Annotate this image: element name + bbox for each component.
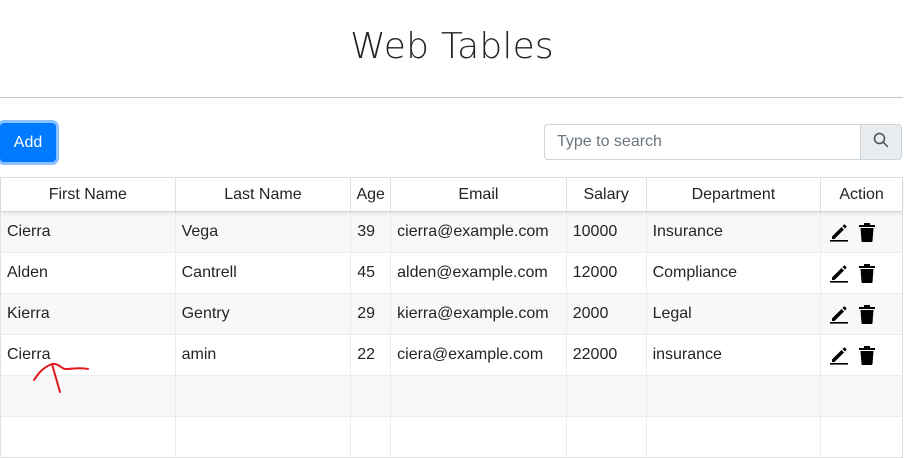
empty-cell bbox=[351, 417, 392, 457]
table-row: Kierra Gentry 29 kierra@example.com 2000 Lega… bbox=[1, 293, 902, 334]
department-cell: Insurance bbox=[647, 212, 822, 252]
search-box bbox=[544, 124, 902, 160]
edit-icon[interactable] bbox=[829, 304, 849, 324]
last-name-cell: Gentry bbox=[176, 294, 352, 334]
delete-icon[interactable] bbox=[857, 345, 877, 365]
search-button[interactable] bbox=[860, 124, 902, 160]
column-header-first-name[interactable]: First Name bbox=[1, 178, 176, 211]
email-cell: alden@example.com bbox=[391, 253, 567, 293]
web-table: First Name Last Name Age Email Salary De… bbox=[0, 177, 903, 458]
column-header-action: Action bbox=[839, 185, 884, 203]
table-header: First Name Last Name Age Email Salary De… bbox=[1, 178, 902, 211]
age-cell: 29 bbox=[351, 294, 392, 334]
empty-cell bbox=[647, 376, 822, 416]
last-name-cell: Vega bbox=[176, 212, 352, 252]
edit-icon[interactable] bbox=[829, 222, 849, 242]
first-name-cell: Cierra bbox=[1, 212, 176, 252]
empty-cell bbox=[647, 417, 822, 457]
last-name-cell: Cantrell bbox=[176, 253, 352, 293]
empty-cell bbox=[567, 376, 647, 416]
page-title: Web Tables bbox=[350, 26, 554, 67]
column-header-last-name[interactable]: Last Name bbox=[176, 178, 352, 211]
empty-cell bbox=[391, 417, 567, 457]
empty-cell bbox=[1, 376, 176, 416]
first-name-cell: Alden bbox=[1, 253, 176, 293]
salary-cell: 12000 bbox=[567, 253, 647, 293]
add-button[interactable]: Add bbox=[0, 123, 56, 162]
age-cell: 39 bbox=[351, 212, 392, 252]
action-cell bbox=[821, 294, 902, 334]
first-name-cell: Kierra bbox=[1, 294, 176, 334]
last-name-cell: amin bbox=[176, 335, 352, 375]
edit-icon[interactable] bbox=[829, 263, 849, 283]
empty-cell bbox=[821, 376, 902, 416]
department-cell: insurance bbox=[647, 335, 822, 375]
action-cell bbox=[821, 335, 902, 375]
column-header-age[interactable]: Age bbox=[351, 178, 392, 211]
search-icon bbox=[873, 132, 889, 153]
salary-cell: 2000 bbox=[567, 294, 647, 334]
email-cell: kierra@example.com bbox=[391, 294, 567, 334]
email-cell: cierra@example.com bbox=[391, 212, 567, 252]
table-row: Cierra Vega 39 cierra@example.com 10000 Insur… bbox=[1, 211, 902, 252]
edit-icon[interactable] bbox=[829, 345, 849, 365]
empty-cell bbox=[176, 376, 352, 416]
empty-cell bbox=[821, 417, 902, 457]
empty-cell bbox=[351, 376, 392, 416]
table-row: Alden Cantrell 45 alden@example.com 12000 Com… bbox=[1, 252, 902, 293]
header-divider bbox=[0, 97, 903, 98]
age-cell: 22 bbox=[351, 335, 392, 375]
salary-cell: 10000 bbox=[567, 212, 647, 252]
empty-cell bbox=[1, 417, 176, 457]
column-header-department[interactable]: Department bbox=[647, 178, 822, 211]
empty-table-row bbox=[1, 416, 902, 457]
email-cell: ciera@example.com bbox=[391, 335, 567, 375]
action-cell bbox=[821, 212, 902, 252]
empty-table-row bbox=[1, 375, 902, 416]
column-header-email[interactable]: Email bbox=[391, 178, 567, 211]
empty-cell bbox=[176, 417, 352, 457]
delete-icon[interactable] bbox=[857, 304, 877, 324]
table-row: Cierra amin 22 ciera@example.com 22000 insura… bbox=[1, 334, 902, 375]
first-name-cell: Cierra bbox=[1, 335, 176, 375]
salary-cell: 22000 bbox=[567, 335, 647, 375]
search-input[interactable] bbox=[544, 124, 860, 160]
delete-icon[interactable] bbox=[857, 263, 877, 283]
empty-cell bbox=[567, 417, 647, 457]
empty-cell bbox=[391, 376, 567, 416]
action-cell bbox=[821, 253, 902, 293]
department-cell: Compliance bbox=[647, 253, 822, 293]
table-body: Cierra Vega 39 cierra@example.com 10000 Insur… bbox=[1, 211, 902, 457]
column-header-salary[interactable]: Salary bbox=[567, 178, 647, 211]
delete-icon[interactable] bbox=[857, 222, 877, 242]
department-cell: Legal bbox=[647, 294, 822, 334]
age-cell: 45 bbox=[351, 253, 392, 293]
